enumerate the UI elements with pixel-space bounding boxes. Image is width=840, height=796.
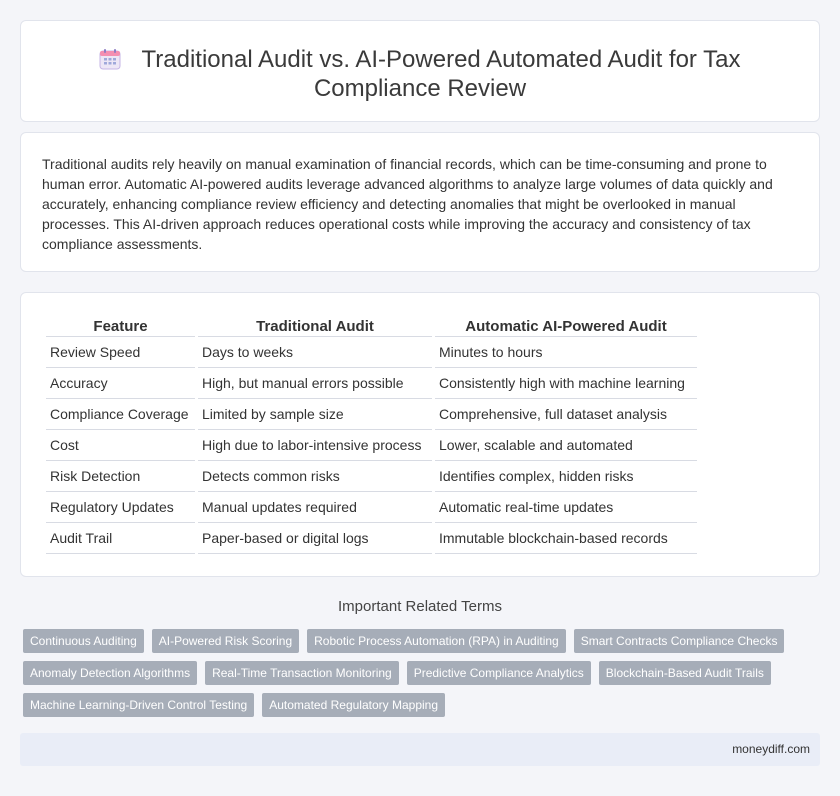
related-term-tag[interactable]: Machine Learning-Driven Control Testing	[23, 693, 255, 717]
table-row: Cost High due to labor-intensive process…	[46, 430, 697, 461]
table-cell: Regulatory Updates	[46, 492, 195, 523]
table-cell: High due to labor-intensive process	[198, 430, 432, 461]
table-cell: Manual updates required	[198, 492, 432, 523]
related-terms-heading: Important Related Terms	[338, 598, 502, 615]
table-cell: Automatic real-time updates	[435, 492, 697, 523]
table-row: Audit Trail Paper-based or digital logs …	[46, 523, 697, 554]
table-row: Risk Detection Detects common risks Iden…	[46, 461, 697, 492]
footer: moneydiff.com	[20, 733, 820, 766]
table-cell: Minutes to hours	[435, 337, 697, 368]
related-term-tag[interactable]: Anomaly Detection Algorithms	[23, 661, 198, 685]
related-term-tag[interactable]: Real-Time Transaction Monitoring	[205, 661, 399, 685]
table-cell: Limited by sample size	[198, 399, 432, 430]
page-title-wrap: Traditional Audit vs. AI-Powered Automat…	[21, 45, 819, 103]
table-header-row: Feature Traditional Audit Automatic AI-P…	[46, 317, 697, 337]
table-cell: Immutable blockchain-based records	[435, 523, 697, 554]
related-terms-list: Continuous Auditing AI-Powered Risk Scor…	[23, 629, 793, 717]
related-term-tag[interactable]: Continuous Auditing	[23, 629, 144, 653]
page-title: Traditional Audit vs. AI-Powered Automat…	[141, 46, 741, 102]
table-cell: Audit Trail	[46, 523, 195, 554]
table-cell: Days to weeks	[198, 337, 432, 368]
table-row: Review Speed Days to weeks Minutes to ho…	[46, 337, 697, 368]
table-row: Accuracy High, but manual errors possibl…	[46, 368, 697, 399]
footer-site-link[interactable]: moneydiff.com	[732, 742, 810, 756]
related-term-tag[interactable]: AI-Powered Risk Scoring	[151, 629, 300, 653]
calendar-icon	[99, 49, 121, 70]
header-feature: Feature	[46, 317, 195, 337]
table-cell: Risk Detection	[46, 461, 195, 492]
table-cell: Review Speed	[46, 337, 195, 368]
table-cell: Lower, scalable and automated	[435, 430, 697, 461]
related-term-tag[interactable]: Robotic Process Automation (RPA) in Audi…	[307, 629, 566, 653]
table-cell: Comprehensive, full dataset analysis	[435, 399, 697, 430]
table-cell: Identifies complex, hidden risks	[435, 461, 697, 492]
intro-card: Traditional audits rely heavily on manua…	[20, 132, 820, 272]
related-term-tag[interactable]: Smart Contracts Compliance Checks	[573, 629, 785, 653]
comparison-card: Feature Traditional Audit Automatic AI-P…	[20, 292, 820, 577]
title-card: Traditional Audit vs. AI-Powered Automat…	[20, 20, 820, 122]
table-row: Regulatory Updates Manual updates requir…	[46, 492, 697, 523]
header-ai: Automatic AI-Powered Audit	[435, 317, 697, 337]
table-cell: Paper-based or digital logs	[198, 523, 432, 554]
related-term-tag[interactable]: Predictive Compliance Analytics	[406, 661, 591, 685]
related-term-tag[interactable]: Blockchain-Based Audit Trails	[598, 661, 771, 685]
table-cell: Compliance Coverage	[46, 399, 195, 430]
table-cell: High, but manual errors possible	[198, 368, 432, 399]
comparison-table: Feature Traditional Audit Automatic AI-P…	[43, 317, 700, 554]
intro-paragraph: Traditional audits rely heavily on manua…	[42, 156, 773, 252]
table-row: Compliance Coverage Limited by sample si…	[46, 399, 697, 430]
related-term-tag[interactable]: Automated Regulatory Mapping	[262, 693, 446, 717]
table-cell: Accuracy	[46, 368, 195, 399]
table-cell: Cost	[46, 430, 195, 461]
table-cell: Consistently high with machine learning	[435, 368, 697, 399]
header-traditional: Traditional Audit	[198, 317, 432, 337]
table-cell: Detects common risks	[198, 461, 432, 492]
